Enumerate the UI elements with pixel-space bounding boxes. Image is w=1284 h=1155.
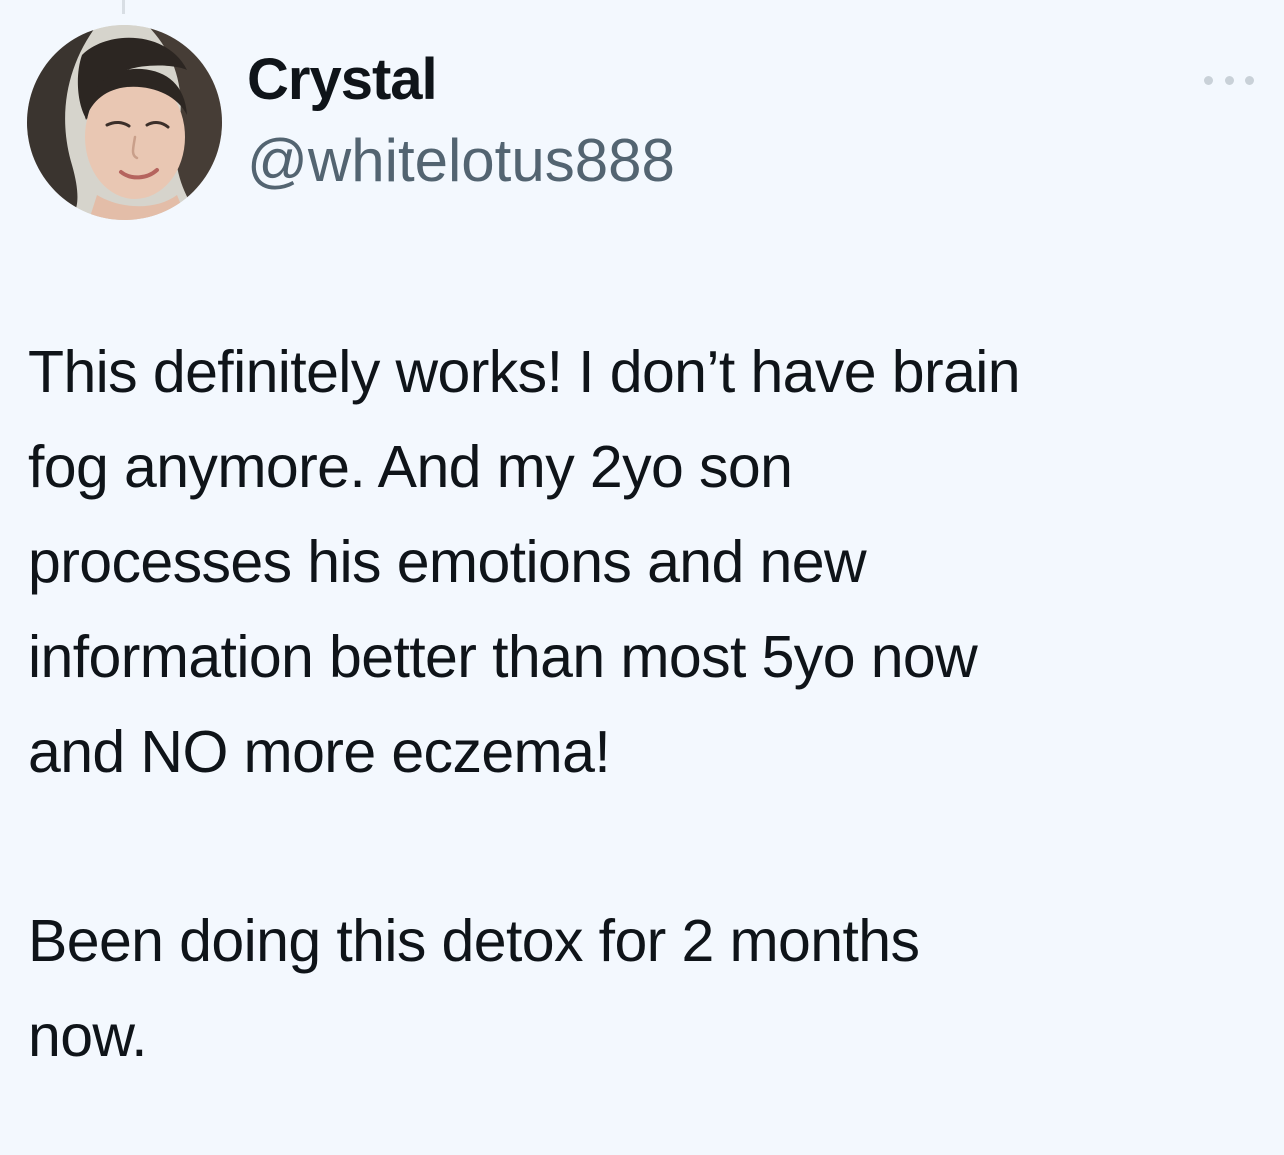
tweet-paragraph: This definitely works! I don’t have brai… — [28, 339, 1021, 785]
more-horizontal-icon — [1204, 75, 1213, 85]
author-display-name[interactable]: Crystal — [247, 46, 438, 113]
more-options-button[interactable] — [1204, 66, 1254, 94]
thread-connector-line — [122, 0, 125, 14]
more-horizontal-icon — [1245, 75, 1254, 85]
more-horizontal-icon — [1224, 75, 1234, 85]
avatar-photo — [27, 25, 222, 220]
avatar[interactable] — [27, 25, 222, 220]
author-handle[interactable]: @whitelotus888 — [247, 126, 675, 195]
tweet-text: This definitely works! I don’t have brai… — [28, 325, 1268, 1084]
tweet-paragraph: Been doing this detox for 2 months now. — [28, 908, 920, 1069]
